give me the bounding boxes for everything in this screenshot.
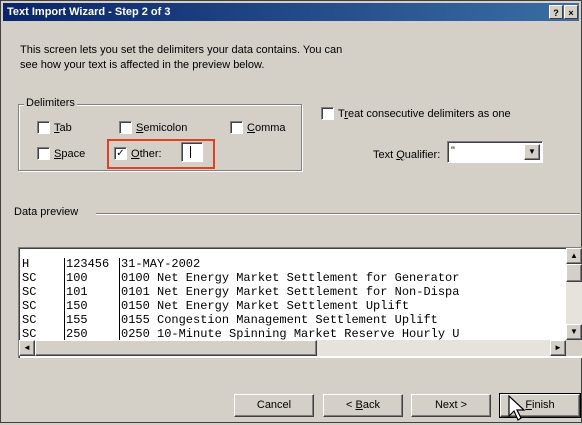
text-import-wizard-dialog: Text Import Wizard - Step 2 of 3 ? × Thi… <box>0 0 582 423</box>
next-button[interactable]: Next > <box>411 394 491 417</box>
space-checkbox-label: Space <box>54 147 86 160</box>
other-checkbox-label: Other: <box>131 147 162 160</box>
horizontal-scroll-thumb[interactable] <box>35 340 317 356</box>
text-qualifier-select[interactable]: " ▼ <box>447 141 543 163</box>
help-button[interactable]: ? <box>549 5 563 19</box>
window-title: Text Import Wizard - Step 2 of 3 <box>7 6 171 18</box>
space-checkbox[interactable]: Space <box>37 147 85 160</box>
treat-consecutive-checkbox[interactable]: Treat consecutive delimiters as one <box>321 107 511 120</box>
back-button[interactable]: < Back <box>323 394 403 417</box>
comma-checkbox[interactable]: Comma <box>230 121 286 134</box>
scroll-left-button[interactable]: ◄ <box>19 340 35 356</box>
text-qualifier-dropdown-button[interactable]: ▼ <box>524 144 540 160</box>
intro-text: This screen lets you set the delimiters … <box>20 43 440 73</box>
column-separator[interactable] <box>119 258 120 342</box>
data-preview-table[interactable]: H 123456 31-MAY-2002 SC 100 0100 Net Energy … <box>18 247 582 358</box>
text-qualifier-value: " <box>451 145 455 157</box>
arrow-right-icon: ► <box>554 343 562 352</box>
tab-checkbox[interactable]: Tab <box>37 121 72 134</box>
back-button-label: < Back <box>346 399 380 411</box>
title-bar[interactable]: Text Import Wizard - Step 2 of 3 ? × <box>3 3 579 21</box>
intro-line-2: see how your text is affected in the pre… <box>20 59 265 71</box>
semicolon-checkbox[interactable]: Semicolon <box>119 121 187 134</box>
delimiters-group-label: Delimiters <box>24 97 77 109</box>
semicolon-checkbox-label: Semicolon <box>136 121 188 134</box>
vertical-scroll-thumb[interactable] <box>566 264 582 282</box>
arrow-left-icon: ◄ <box>23 343 31 352</box>
comma-checkbox-label: Comma <box>247 121 286 134</box>
other-delimiter-input[interactable] <box>181 142 203 162</box>
pointer-icon <box>508 394 526 421</box>
chevron-down-icon: ▼ <box>528 147 536 156</box>
scroll-up-button[interactable]: ▲ <box>566 248 582 264</box>
space-checkbox-box[interactable] <box>37 147 50 160</box>
comma-checkbox-box[interactable] <box>230 121 243 134</box>
text-qualifier-label: Text Qualifier: <box>373 149 441 161</box>
help-icon: ? <box>553 8 559 18</box>
cancel-button[interactable]: Cancel <box>234 394 314 417</box>
mouse-cursor-icon <box>507 394 531 424</box>
tab-checkbox-label: Tab <box>54 121 72 134</box>
other-checkbox[interactable]: ✓ Other: <box>114 147 162 160</box>
data-preview-divider <box>96 213 580 215</box>
next-button-label: Next > <box>434 399 468 411</box>
scroll-right-button[interactable]: ► <box>550 340 566 356</box>
column-separator[interactable] <box>64 258 65 342</box>
text-caret <box>190 146 191 158</box>
treat-consecutive-label: Treat consecutive delimiters as one <box>338 107 511 120</box>
semicolon-checkbox-box[interactable] <box>119 121 132 134</box>
scroll-corner <box>566 340 582 356</box>
arrow-down-icon: ▼ <box>570 327 578 336</box>
data-preview-label: Data preview <box>14 206 79 218</box>
treat-consecutive-checkbox-box[interactable] <box>321 107 334 120</box>
intro-line-1: This screen lets you set the delimiters … <box>20 44 343 56</box>
close-icon: × <box>568 8 574 18</box>
scroll-down-button[interactable]: ▼ <box>566 324 582 340</box>
arrow-up-icon: ▲ <box>570 251 578 260</box>
close-button[interactable]: × <box>564 5 578 19</box>
cancel-button-label: Cancel <box>256 399 292 411</box>
tab-checkbox-box[interactable] <box>37 121 50 134</box>
other-checkbox-box[interactable]: ✓ <box>114 147 127 160</box>
